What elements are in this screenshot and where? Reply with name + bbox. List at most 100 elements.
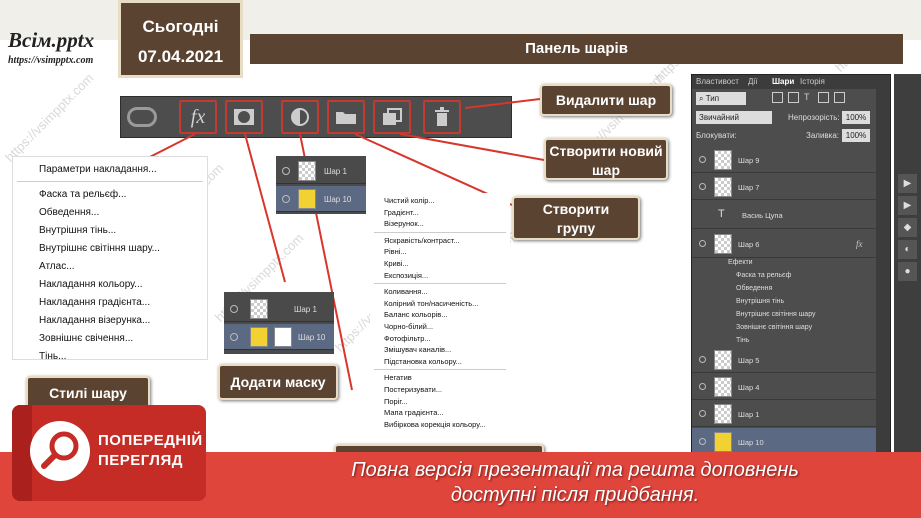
eye-icon[interactable]	[699, 240, 706, 247]
shape-filter-icon[interactable]	[818, 92, 829, 103]
layer-name: Шар 7	[738, 183, 760, 192]
mini-layers-panel-mask: Шар 1 Шар 10	[224, 292, 334, 354]
menu-item[interactable]: Внутрішнє світіння шару...	[13, 240, 207, 258]
layer-row[interactable]: Шар 4	[692, 374, 877, 400]
effect-item[interactable]: Внутрішнє світіння шару	[736, 311, 816, 318]
menu-item[interactable]: Криві...	[370, 258, 510, 270]
layer-style-menu: Параметри накладання... Фаска та рельєф.…	[12, 156, 208, 362]
effect-item[interactable]: Тінь	[736, 337, 749, 344]
menu-item[interactable]: Колірний тон/насиченість...	[370, 298, 510, 310]
tab-actions[interactable]: Дії	[748, 77, 757, 86]
menu-item[interactable]: Експозиція...	[370, 270, 510, 282]
text-filter-icon[interactable]: T	[804, 92, 810, 102]
layer-thumbnail	[298, 189, 316, 209]
pixel-filter-icon[interactable]	[772, 92, 783, 103]
menu-item[interactable]: Фотофільтр...	[370, 333, 510, 345]
eye-icon[interactable]	[699, 183, 706, 190]
eye-icon[interactable]	[230, 305, 238, 313]
layer-row[interactable]: Шар 9	[692, 147, 877, 173]
layer-row[interactable]: Шар 5	[692, 347, 877, 373]
menu-item[interactable]: Рівні...	[370, 246, 510, 258]
menu-item[interactable]: Чорно-білий...	[370, 321, 510, 333]
layer-row[interactable]: Шар 10	[224, 324, 334, 350]
menu-item[interactable]: Вибіркова корекція кольору...	[370, 419, 510, 431]
menu-item[interactable]: Зовнішнє свічення...	[13, 330, 207, 348]
menu-item[interactable]: Внутрішня тінь...	[13, 222, 207, 240]
layer-thumbnail	[298, 161, 316, 181]
menu-item[interactable]: Поріг...	[370, 396, 510, 408]
fill-input[interactable]: 100%	[842, 129, 870, 142]
effect-item[interactable]: Зовнішнє світіння шару	[736, 324, 812, 331]
layer-row[interactable]: T Васиь Цупа	[692, 201, 877, 229]
text-layer-icon: T	[718, 208, 725, 220]
preview-line2: ПЕРЕГЛЯД	[98, 452, 183, 469]
callout-delete-layer: Видалити шар	[540, 84, 672, 116]
play-icon[interactable]: ▶	[898, 174, 917, 193]
menu-item[interactable]: Візерунок...	[370, 218, 510, 230]
menu-separator	[17, 181, 203, 182]
banner-line2: доступні після придбання.	[450, 484, 700, 506]
menu-item[interactable]: Накладання візерунка...	[13, 312, 207, 330]
panel-scrollbar[interactable]	[876, 89, 890, 497]
layer-row[interactable]: Шар 1	[276, 158, 366, 184]
layer-name: Шар 1	[738, 410, 760, 419]
layer-thumbnail	[714, 234, 732, 254]
fx-badge[interactable]: fx	[856, 239, 863, 249]
layer-name: Шар 1	[324, 167, 347, 176]
layer-name: Шар 5	[738, 356, 760, 365]
menu-item[interactable]: Мапа градієнта...	[370, 407, 510, 419]
menu-item[interactable]: Тінь...	[13, 348, 207, 366]
layer-name: Шар 10	[738, 438, 764, 447]
adjust-filter-icon[interactable]	[788, 92, 799, 103]
menu-item[interactable]: Негатив	[370, 372, 510, 384]
eye-icon[interactable]	[230, 333, 238, 341]
banner-message: Повна версія презентації та решта доповн…	[230, 458, 920, 508]
eye-icon[interactable]	[699, 383, 706, 390]
menu-item[interactable]: Атлас...	[13, 258, 207, 276]
eye-icon[interactable]	[282, 167, 290, 175]
layer-row[interactable]: Шар 1	[692, 401, 877, 427]
circle-icon[interactable]: ●	[898, 262, 917, 281]
layer-name: Шар 10	[324, 195, 352, 204]
menu-item-blending-options[interactable]: Параметри накладання...	[13, 161, 207, 179]
filter-kind-select[interactable]: ⌕ Тип	[696, 92, 746, 105]
menu-item[interactable]: Підстановка кольору...	[370, 356, 510, 368]
blend-mode-select[interactable]: Звичайний	[696, 111, 772, 124]
effect-item[interactable]: Обведення	[736, 285, 772, 292]
tab-properties[interactable]: Властивост	[696, 77, 739, 86]
tab-history[interactable]: Історія	[800, 77, 825, 86]
eye-icon[interactable]	[699, 410, 706, 417]
layer-thumbnail	[714, 350, 732, 370]
effect-item[interactable]: Внутрішня тінь	[736, 298, 784, 305]
menu-item[interactable]: Градієнт...	[370, 207, 510, 219]
smart-filter-icon[interactable]	[834, 92, 845, 103]
menu-item[interactable]: Обведення...	[13, 204, 207, 222]
menu-separator	[374, 283, 506, 285]
eye-icon[interactable]	[699, 356, 706, 363]
menu-item[interactable]: Яскравість/контраст...	[370, 235, 510, 247]
layer-row[interactable]: Шар 10	[276, 186, 366, 212]
menu-item[interactable]: Накладання градієнта...	[13, 294, 207, 312]
layer-row[interactable]: Шар 7	[692, 174, 877, 200]
menu-item[interactable]: Коливання...	[370, 286, 510, 298]
menu-item[interactable]: Чистий колір...	[370, 195, 510, 207]
adjust-icon[interactable]: ◐	[898, 240, 917, 259]
layer-row[interactable]: Шар 1	[224, 296, 334, 322]
tab-layers[interactable]: Шари	[772, 77, 794, 86]
lock-label: Блокувати:	[696, 131, 737, 140]
layers-panel: Властивост Дії Шари Історія ⌕ Тип T Звич…	[691, 74, 891, 498]
menu-item[interactable]: Постеризувати...	[370, 384, 510, 396]
layers-icon[interactable]: ◆	[898, 218, 917, 237]
menu-item[interactable]: Накладання кольору...	[13, 276, 207, 294]
menu-item[interactable]: Баланс кольорів...	[370, 309, 510, 321]
menu-item[interactable]: Змішувач каналів...	[370, 344, 510, 356]
mask-thumbnail	[274, 327, 292, 347]
eye-icon[interactable]	[699, 156, 706, 163]
eye-icon[interactable]	[282, 195, 290, 203]
eye-icon[interactable]	[699, 438, 706, 445]
play-icon[interactable]: ▶	[898, 196, 917, 215]
menu-item[interactable]: Фаска та рельєф...	[13, 186, 207, 204]
layer-row[interactable]: Шар 6 fx	[692, 230, 877, 258]
opacity-input[interactable]: 100%	[842, 111, 870, 124]
effect-item[interactable]: Фаска та рельєф	[736, 272, 791, 279]
